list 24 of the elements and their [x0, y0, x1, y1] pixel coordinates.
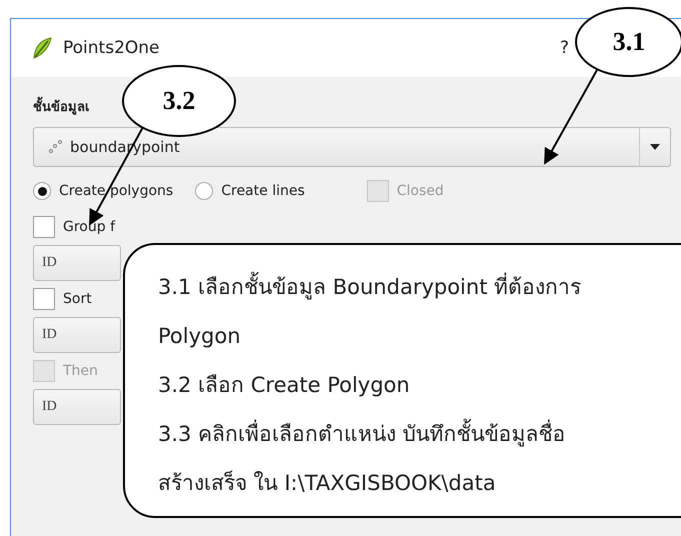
field-dropdown[interactable]: ID: [33, 317, 121, 353]
caret-icon: [650, 144, 660, 150]
checkbox-label: Sort: [63, 291, 92, 307]
help-button[interactable]: ?: [560, 38, 569, 58]
radio-label: Create lines: [221, 183, 305, 199]
checkbox-label: Group f: [63, 219, 116, 235]
checkbox-label: Closed: [396, 183, 444, 199]
note-text: 3.2 เลือก Create Polygon: [158, 372, 410, 399]
note-text: Polygon: [158, 323, 241, 350]
layer-label: ชั้นข้อมูลเ: [33, 91, 89, 121]
note-text: 3.3 คลิกเพื่อเลือกตำแหน่ง บันทึกชั้นข้อมูลชื่อ: [158, 410, 566, 459]
point-layer-icon: [48, 140, 62, 154]
note-text: 3.1 เลือกชั้นข้อมูล Boundarypoint ที่ต้องการ: [158, 263, 582, 312]
radio-button[interactable]: [33, 182, 51, 200]
radio-button[interactable]: [195, 182, 214, 200]
field-dropdown[interactable]: ID: [33, 245, 121, 281]
field-dropdown[interactable]: ID: [33, 389, 121, 425]
checkbox[interactable]: [33, 288, 55, 310]
window-title: Points2One: [63, 38, 160, 58]
note-text: สร้างเสร็จ ใน I:\TAXGISBOOK\data: [158, 470, 496, 497]
checkbox-label: Then: [63, 363, 98, 379]
checkbox[interactable]: [33, 216, 55, 238]
leaf-icon: [31, 36, 53, 60]
radio-label: Create polygons: [59, 183, 174, 199]
